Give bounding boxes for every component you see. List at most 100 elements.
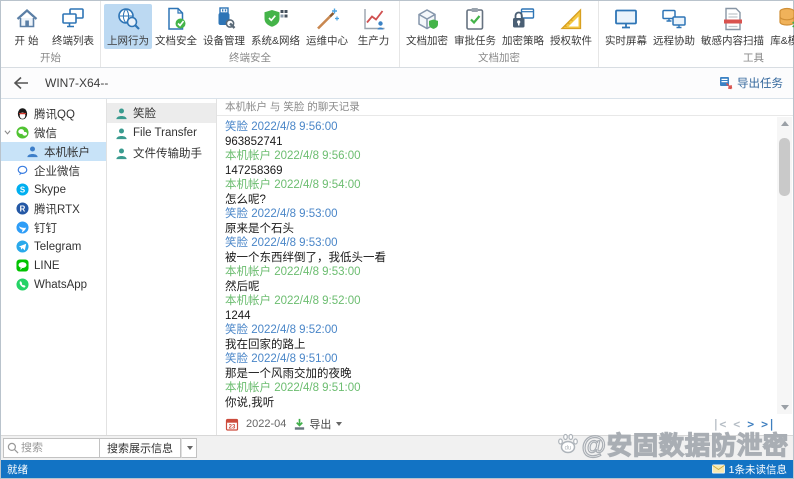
pagination: |< < > >| (712, 417, 775, 431)
contact-label: 文件传输助手 (133, 145, 202, 161)
ribbon-item-remote-assist[interactable]: 远程协助 (650, 4, 698, 49)
ribbon-item-web-behavior[interactable]: 上网行为 (104, 4, 152, 49)
sidebar-item-dingtalk[interactable]: 钉钉 (1, 218, 106, 237)
ribbon-label: 敏感内容扫描 (701, 33, 764, 48)
sidebar-item-whatsapp[interactable]: WhatsApp (1, 275, 106, 294)
message-text: 1244 (225, 309, 771, 324)
ribbon-item-productivity[interactable]: 生产力 (351, 4, 396, 49)
whatsapp-icon (16, 278, 29, 291)
ribbon-group-doc-encrypt: 文档加密 审批任务 加密策略 授权软件 文档加密 (400, 1, 599, 67)
chat-footer: 23 2022-04 导出 |< < > >| (217, 415, 793, 435)
approval-task-icon (462, 6, 488, 32)
search-filter-button[interactable]: 搜索展示信息 (100, 438, 181, 458)
ribbon-item-terminal-list[interactable]: 终端列表 (49, 4, 97, 49)
page-last-button[interactable]: >| (761, 417, 775, 431)
qq-icon (16, 107, 29, 120)
sidebar-item-wecom[interactable]: 企业微信 (1, 161, 106, 180)
sidebar-item-wechat[interactable]: 微信 (1, 123, 106, 142)
ribbon-item-sensitive-scan[interactable]: 敏感内容扫描 (698, 4, 767, 49)
page-next-button[interactable]: > (747, 417, 754, 431)
contact-item-smiley[interactable]: 笑脸 (107, 103, 216, 123)
svg-text:du: du (564, 446, 571, 452)
sidebar-item-rtx[interactable]: R 腾讯RTX (1, 199, 106, 218)
calendar-icon[interactable]: 23 (225, 417, 239, 431)
ribbon-label: 上网行为 (107, 33, 149, 48)
search-icon (7, 442, 19, 454)
doc-security-icon (163, 6, 189, 32)
dropdown-caret-icon (187, 446, 193, 450)
back-arrow-icon (13, 76, 29, 90)
chat-message: 笑脸 2022/4/8 9:56:00 963852741 (225, 120, 771, 149)
date-filter[interactable]: 2022-04 (246, 418, 286, 430)
ribbon-item-ops-center[interactable]: 运维中心 (303, 4, 351, 49)
contact-item-file-helper[interactable]: 文件传输助手 (107, 143, 216, 163)
ribbon-item-start[interactable]: 开 始 (4, 4, 49, 49)
sidebar-item-local-account[interactable]: 本机帐户 (1, 142, 106, 161)
message-sender-time: 笑脸 2022/4/8 9:52:00 (225, 323, 771, 338)
message-text: 然后呢 (225, 280, 771, 295)
ribbon-item-doc-security[interactable]: 文档安全 (152, 4, 200, 49)
export-task-label: 导出任务 (737, 75, 783, 91)
export-button[interactable]: 导出 (293, 416, 342, 432)
ribbon-item-encrypt-policy[interactable]: 加密策略 (499, 4, 547, 49)
ribbon-item-doc-encrypt[interactable]: 文档加密 (403, 4, 451, 49)
dropdown-caret-icon (336, 422, 342, 426)
message-text: 被一个东西绊倒了，我低头一看 (225, 251, 771, 266)
ribbon-label: 实时屏幕 (605, 33, 647, 48)
message-sender-time: 笑脸 2022/4/8 9:56:00 (225, 120, 771, 135)
terminal-list-icon (60, 6, 86, 32)
page-prev-button[interactable]: < (733, 417, 740, 431)
ribbon-item-authorized-sw[interactable]: 授权软件 (547, 4, 595, 49)
message-text: 原来是个石头 (225, 222, 771, 237)
ribbon-group-tools: 实时屏幕 远程协助 敏感内容扫描 库&模板 报表中心 (599, 1, 794, 67)
scrollbar-thumb[interactable] (779, 138, 790, 196)
ribbon-item-approval-task[interactable]: 审批任务 (451, 4, 499, 49)
message-sender-time: 本机帐户 2022/4/8 9:52:00 (225, 294, 771, 309)
message-text: 你说,我听 (225, 396, 771, 411)
telegram-icon (16, 240, 29, 253)
chat-message: 笑脸 2022/4/8 9:52:00 我在回家的路上 (225, 323, 771, 352)
ribbon-item-realtime-screen[interactable]: 实时屏幕 (602, 4, 650, 49)
back-button[interactable] (11, 73, 31, 93)
contact-list: 笑脸 File Transfer 文件传输助手 (107, 99, 217, 435)
export-task-button[interactable]: 导出任务 (719, 75, 783, 91)
person-icon (115, 127, 128, 140)
sidebar-item-label: WhatsApp (34, 279, 87, 291)
message-sender-time: 笑脸 2022/4/8 9:53:00 (225, 207, 771, 222)
ribbon-label: 远程协助 (653, 33, 695, 48)
scroll-down-arrow-icon[interactable] (781, 405, 789, 410)
ribbon-toolbar: 开 始 终端列表 开始 上网行为 文档安全 (1, 1, 793, 68)
chat-panel: 本机帐户 与 笑脸 的聊天记录 笑脸 2022/4/8 9:56:00 9638… (217, 99, 793, 435)
ribbon-label: 开 始 (15, 33, 39, 48)
sidebar-item-qq[interactable]: 腾讯QQ (1, 104, 106, 123)
chat-messages: 笑脸 2022/4/8 9:56:00 963852741 本机帐户 2022/… (217, 116, 793, 415)
rtx-icon: R (16, 202, 29, 215)
sidebar-item-label: 腾讯QQ (34, 106, 75, 122)
page-first-button[interactable]: |< (712, 417, 726, 431)
sidebar-item-line[interactable]: LINE (1, 256, 106, 275)
sidebar-item-label: 钉钉 (34, 220, 57, 236)
export-task-icon (719, 76, 733, 90)
message-text: 怎么呢? (225, 193, 771, 208)
ribbon-item-lib-template[interactable]: 库&模板 (767, 4, 794, 49)
contact-item-file-transfer[interactable]: File Transfer (107, 123, 216, 143)
search-box[interactable] (3, 438, 100, 458)
ribbon-group-label: 工具 (602, 49, 794, 68)
navigation-bar: WIN7-X64-- 导出任务 (1, 68, 793, 99)
message-sender-time: 本机帐户 2022/4/8 9:53:00 (225, 265, 771, 280)
status-unread[interactable]: 1条未读信息 (712, 462, 787, 477)
ribbon-label: 授权软件 (550, 33, 592, 48)
sidebar-item-skype[interactable]: S Skype (1, 180, 106, 199)
chat-scrollbar[interactable] (777, 117, 792, 414)
sidebar-item-telegram[interactable]: Telegram (1, 237, 106, 256)
ribbon-item-device-mgmt[interactable]: 设备管理 (200, 4, 248, 49)
search-input[interactable] (21, 442, 93, 454)
contact-label: File Transfer (133, 127, 197, 139)
sidebar-item-label: Skype (34, 184, 66, 196)
ribbon-item-sys-network[interactable]: 系统&网络 (248, 4, 303, 49)
scroll-up-arrow-icon[interactable] (781, 121, 789, 126)
message-text: 那是一个风雨交加的夜晚 (225, 367, 771, 382)
message-sender-time: 本机帐户 2022/4/8 9:51:00 (225, 381, 771, 396)
ribbon-label: 运维中心 (306, 33, 348, 48)
search-filter-dropdown[interactable] (181, 438, 197, 458)
